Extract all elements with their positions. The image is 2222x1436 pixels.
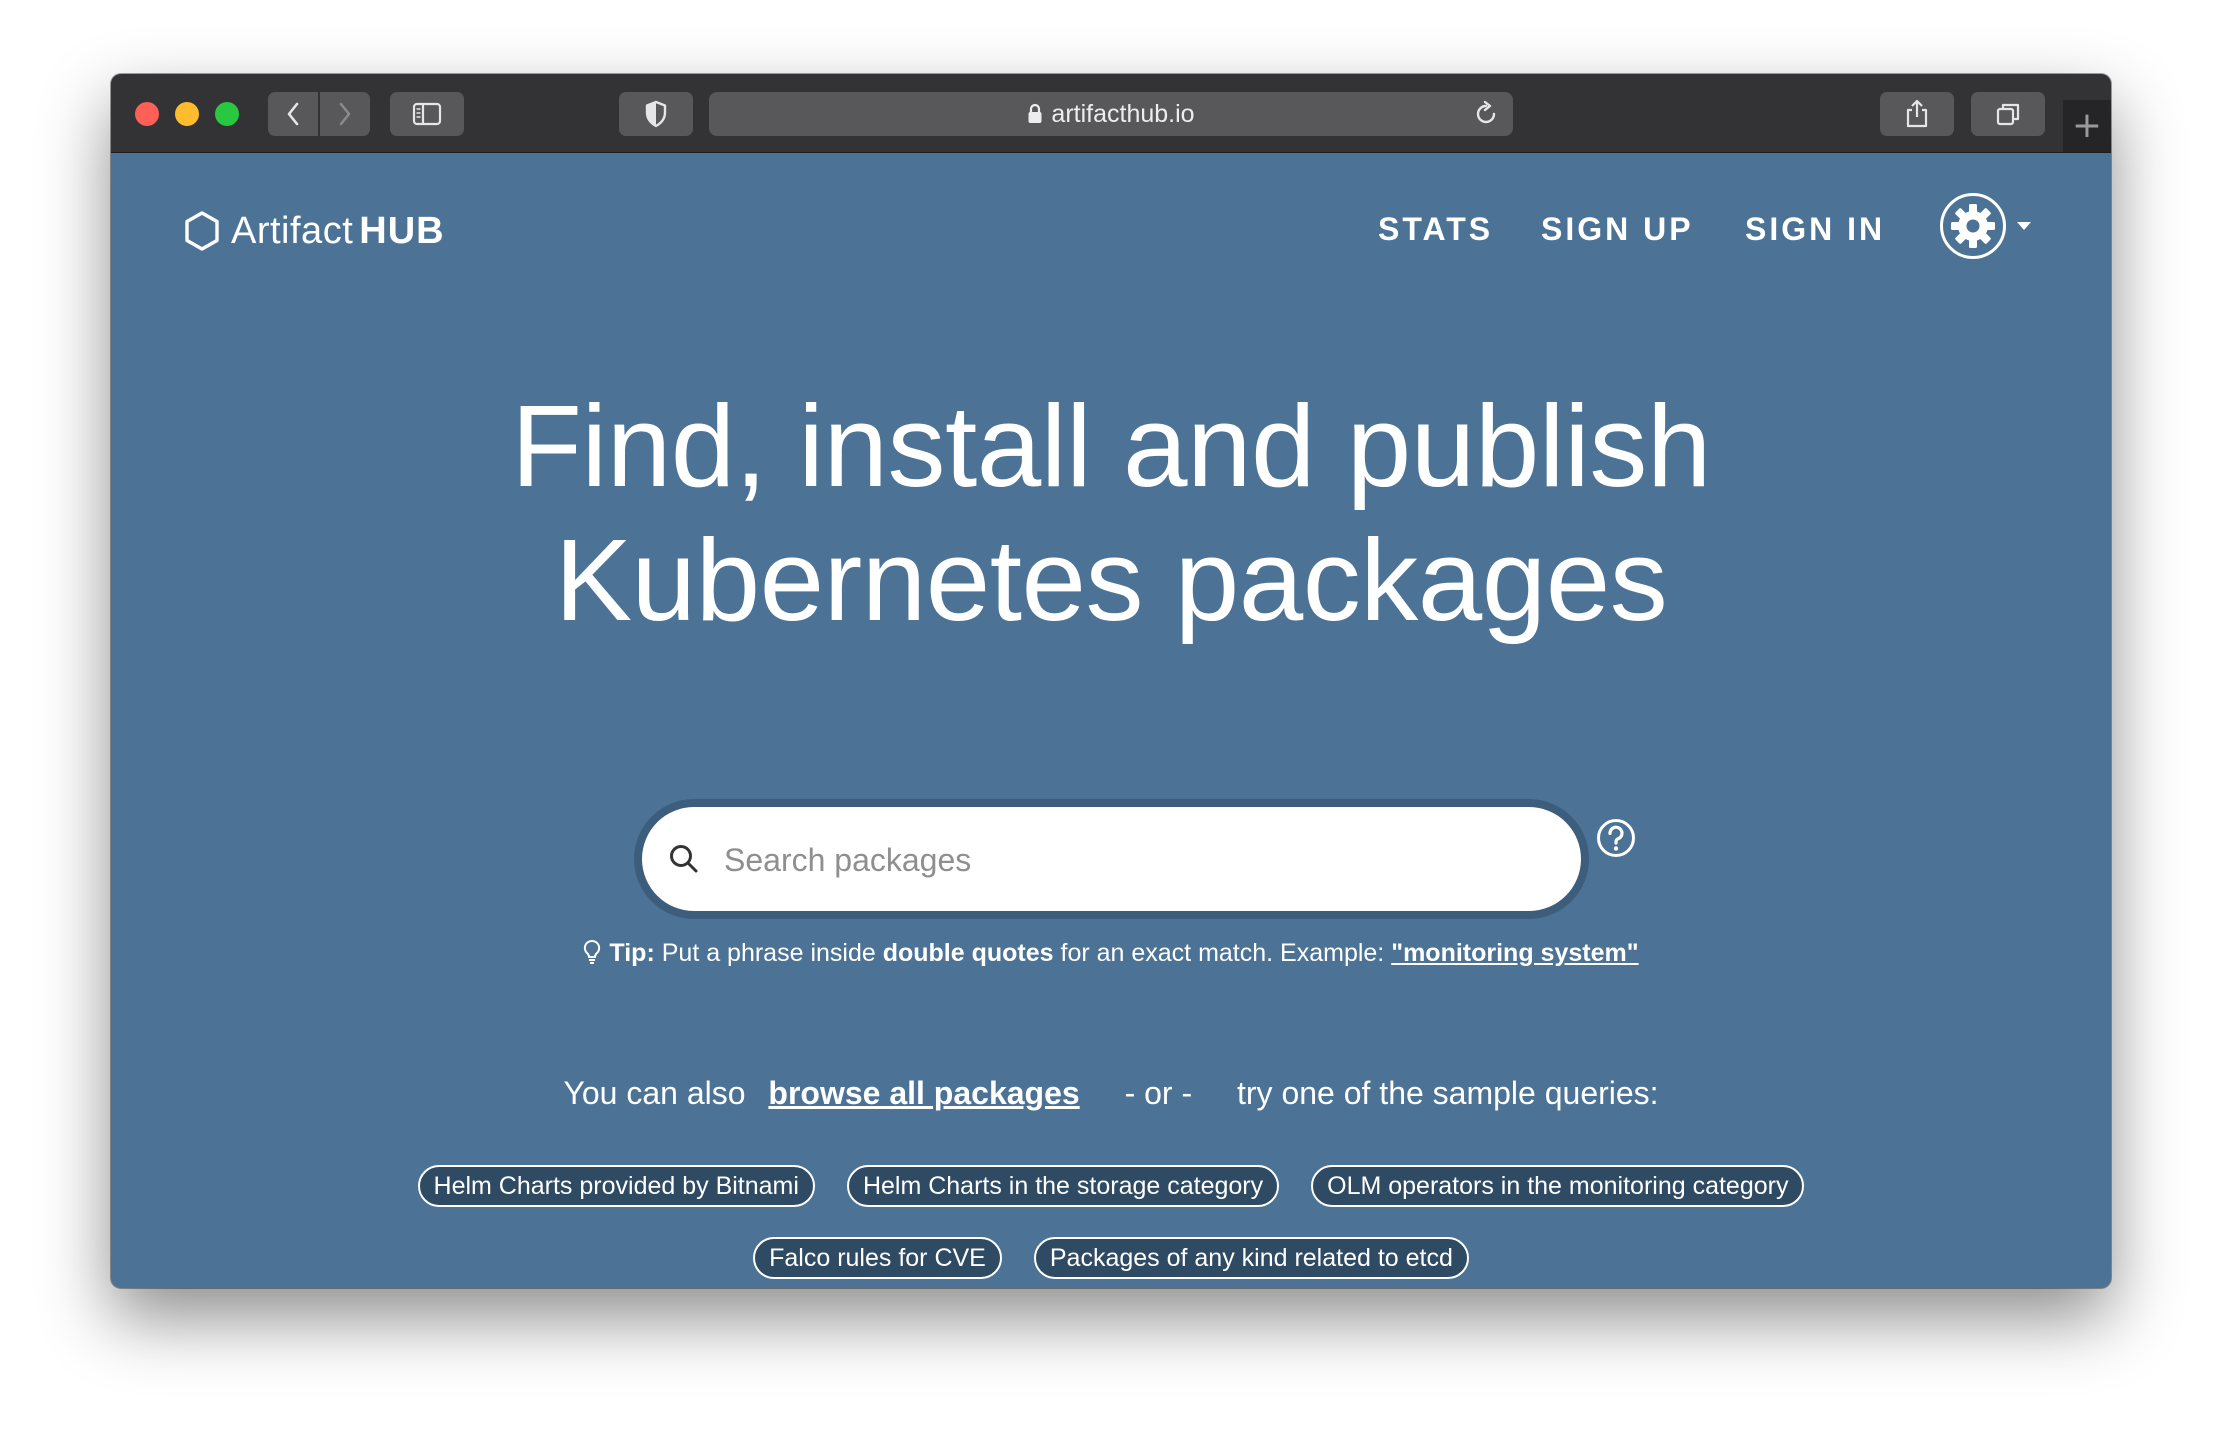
sample-query-chip[interactable]: Helm Charts provided by Bitnami [417, 1165, 815, 1207]
page-content: Artifact HUB STATS SIGN UP SIGN IN Find,… [111, 153, 2111, 1288]
sample-queries-row-2: Falco rules for CVE Packages of any kind… [111, 1237, 2111, 1279]
reload-icon[interactable] [1473, 100, 1499, 134]
search-box [642, 807, 1581, 911]
sample-queries-row-1: Helm Charts provided by Bitnami Helm Cha… [111, 1165, 2111, 1207]
forward-button[interactable] [320, 92, 370, 136]
hero-line-1: Find, install and publish [511, 381, 1711, 511]
shield-icon [645, 100, 667, 128]
question-circle-icon [1597, 819, 1635, 857]
chevron-right-icon [339, 102, 351, 126]
sample-query-chip[interactable]: Packages of any kind related to etcd [1033, 1237, 1469, 1279]
settings-button-circle [1940, 193, 2006, 259]
artifact-hub-logo[interactable]: Artifact HUB [183, 205, 445, 257]
tab-overview-button[interactable] [1971, 92, 2045, 136]
search-tip: Tip: Put a phrase inside double quotes f… [111, 939, 2111, 972]
browse-all-packages-link[interactable]: browse all packages [768, 1075, 1079, 1111]
sample-query-chip[interactable]: Helm Charts in the storage category [846, 1165, 1280, 1207]
nav-sign-up-link[interactable]: SIGN UP [1541, 211, 1694, 248]
nav-sign-in-link[interactable]: SIGN IN [1745, 211, 1885, 248]
tip-text-2: for an exact match. Example: [1060, 939, 1385, 967]
new-tab-button[interactable]: + [2063, 100, 2111, 152]
sidebar-toggle-button[interactable] [390, 92, 464, 136]
tip-example-link[interactable]: "monitoring system" [1391, 939, 1638, 967]
close-window-button[interactable] [135, 102, 159, 126]
search-tips-button[interactable] [1596, 818, 1636, 863]
browse-prefix: You can also [563, 1075, 746, 1111]
tip-label: Tip: [609, 939, 655, 967]
tip-emphasis: double quotes [882, 939, 1054, 967]
hexagon-icon [183, 210, 221, 252]
search-icon [668, 843, 700, 880]
tabs-icon [1996, 103, 2020, 126]
zoom-window-button[interactable] [215, 102, 239, 126]
nav-stats-link[interactable]: STATS [1378, 211, 1493, 248]
sidebar-icon [412, 102, 442, 126]
logo-text-hub: HUB [359, 209, 445, 252]
minimize-window-button[interactable] [175, 102, 199, 126]
back-button[interactable] [268, 92, 318, 136]
browser-window: artifacthub.io + Artifact HUB STATS SIGN… [111, 74, 2111, 1288]
logo-text-artifact: Artifact [231, 209, 354, 252]
browser-toolbar: artifacthub.io + [111, 74, 2111, 153]
hero-headline: Find, install and publish Kubernetes pac… [111, 379, 2111, 647]
hero-line-2: Kubernetes packages [554, 515, 1668, 645]
sample-query-chip[interactable]: OLM operators in the monitoring category [1311, 1165, 1805, 1207]
lock-icon [1027, 103, 1043, 125]
url-text: artifacthub.io [1051, 99, 1195, 128]
settings-dropdown-button[interactable] [1940, 193, 2032, 259]
caret-down-icon [2016, 221, 2032, 231]
share-icon [1906, 99, 1928, 128]
sample-query-chip[interactable]: Falco rules for CVE [753, 1237, 1002, 1279]
browse-suffix: try one of the sample queries: [1237, 1075, 1659, 1111]
share-button[interactable] [1880, 92, 1954, 136]
gear-icon [1951, 204, 1995, 248]
chevron-left-icon [287, 102, 299, 126]
browse-or-separator: - or - [1124, 1075, 1193, 1111]
address-bar[interactable]: artifacthub.io [709, 92, 1513, 136]
browse-line: You can also browse all packages - or - … [111, 1075, 2111, 1112]
search-input[interactable] [722, 829, 1546, 891]
lightbulb-icon [583, 939, 601, 972]
privacy-report-button[interactable] [619, 92, 693, 136]
tip-text-1: Put a phrase inside [661, 939, 876, 967]
